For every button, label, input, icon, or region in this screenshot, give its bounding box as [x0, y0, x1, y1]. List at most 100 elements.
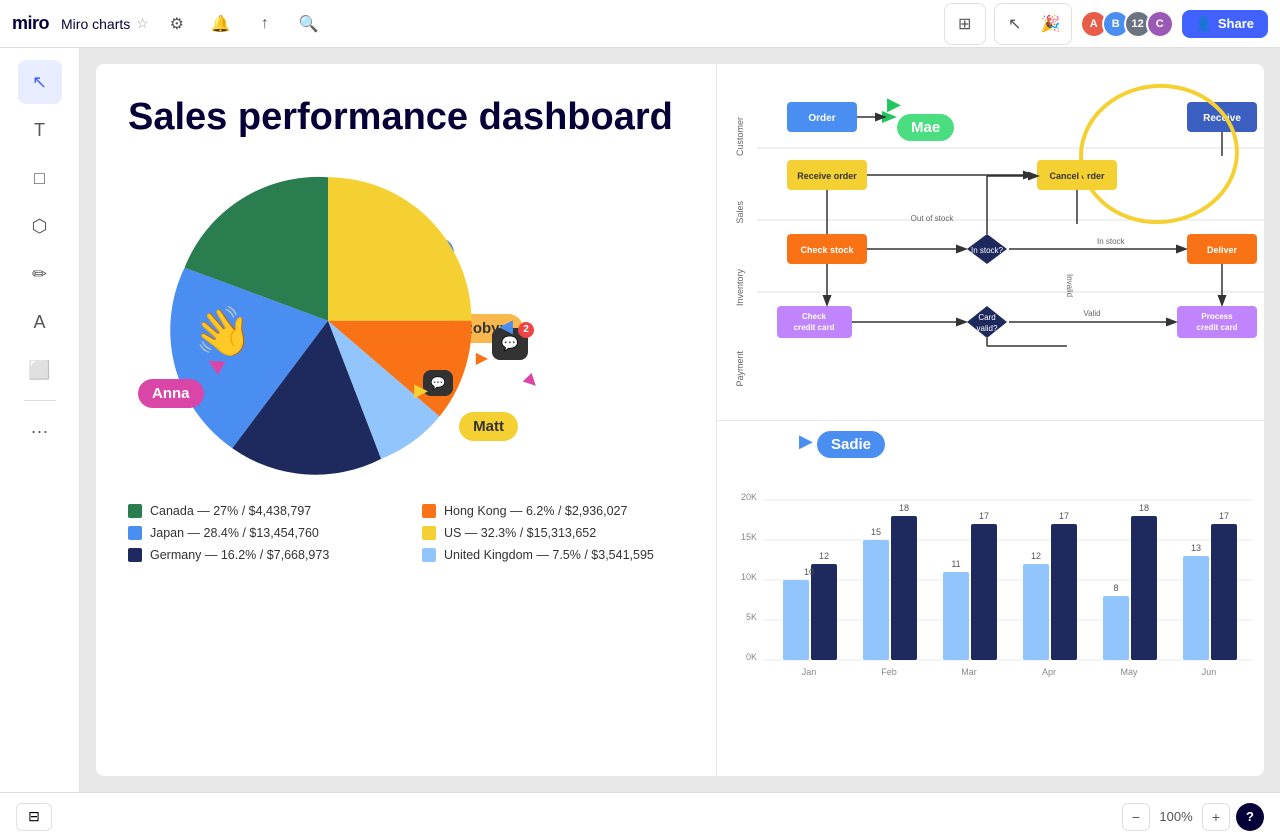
wave-emoji: 👋 [189, 299, 258, 366]
bottom-left: ⊟ [16, 803, 52, 831]
share-button[interactable]: 👤 Share [1182, 10, 1268, 38]
svg-text:In stock?: In stock? [971, 246, 1004, 255]
svg-text:17: 17 [979, 511, 989, 521]
svg-text:valid?: valid? [977, 324, 998, 333]
legend-germany: Germany — 16.2% / $7,668,973 [128, 548, 390, 562]
row-customer: Customer [725, 117, 745, 156]
share-label: Share [1218, 16, 1254, 31]
blue-cursor: ◀ [499, 316, 513, 337]
row-sales: Sales [725, 201, 745, 224]
svg-text:12: 12 [1031, 551, 1041, 561]
legend-dot-japan [128, 526, 142, 540]
bar-chart-svg: 0K 5K 10K 15K 20K 10 12 Jan [733, 465, 1263, 685]
topbar: miro Miro charts ☆ ⚙ 🔔 ↑ 🔍 ⊞ ↖ 🎉 A B 12 … [0, 0, 1280, 48]
panel-toggle[interactable]: ⊟ [16, 803, 52, 831]
svg-text:Valid: Valid [1083, 309, 1100, 318]
legend-dot-canada [128, 504, 142, 518]
more-tools[interactable]: ··· [18, 409, 62, 453]
svg-text:credit card: credit card [1197, 323, 1238, 332]
legend-dot-uk [422, 548, 436, 562]
legend-label-germany: Germany — 16.2% / $7,668,973 [150, 548, 329, 562]
notifications-icon[interactable]: 🔔 [205, 8, 237, 40]
svg-text:13: 13 [1191, 543, 1201, 553]
topbar-right: ⊞ ↖ 🎉 A B 12 C 👤 Share [944, 3, 1268, 45]
svg-text:11: 11 [951, 559, 960, 569]
orange-cursor: ▶ [476, 348, 488, 368]
cursor-anna: Anna [138, 379, 204, 408]
legend-label-uk: United Kingdom — 7.5% / $3,541,595 [444, 548, 654, 562]
pen-tool[interactable]: ✏ [18, 252, 62, 296]
upload-icon[interactable]: ↑ [249, 8, 281, 40]
board-name: Miro charts ☆ [61, 15, 149, 32]
legend-dot-germany [128, 548, 142, 562]
svg-text:In stock: In stock [1097, 237, 1126, 246]
right-panels: ▶ Mae Customer Sales Inventory Payment [716, 64, 1264, 776]
left-toolbar: ↖ T □ ⬡ ✏ A ⬜ ··· ↩ [0, 48, 80, 840]
svg-text:Check: Check [802, 312, 827, 321]
party-icon[interactable]: 🎉 [1035, 8, 1067, 40]
pointer-icon[interactable]: ↖ [999, 8, 1031, 40]
board-name-text: Miro charts [61, 16, 130, 32]
legend-hongkong: Hong Kong — 6.2% / $2,936,027 [422, 504, 684, 518]
svg-text:8: 8 [1113, 583, 1118, 593]
svg-text:Order: Order [808, 113, 835, 124]
grid-icon[interactable]: ⊞ [949, 8, 981, 40]
zoom-level-display: 100% [1156, 809, 1196, 824]
row-inventory: Inventory [725, 269, 745, 306]
row-payment: Payment [725, 351, 745, 387]
svg-text:15K: 15K [741, 532, 757, 542]
sales-dashboard-panel: Sales performance dashboard Chris Bea Ch… [96, 64, 716, 776]
svg-text:0K: 0K [746, 652, 757, 662]
chart-legend: Canada — 27% / $4,438,797 Hong Kong — 6.… [128, 504, 684, 562]
legend-uk: United Kingdom — 7.5% / $3,541,595 [422, 548, 684, 562]
search-icon[interactable]: 🔍 [293, 8, 325, 40]
zoom-out-button[interactable]: − [1122, 803, 1150, 831]
svg-text:17: 17 [1219, 511, 1229, 521]
barchart-panel: ▶ Sadie 0K 5K 10K 15K 20K [717, 421, 1264, 777]
sticky-tool[interactable]: □ [18, 156, 62, 200]
legend-dot-hongkong [422, 504, 436, 518]
flowchart-panel: ▶ Mae Customer Sales Inventory Payment [717, 64, 1264, 421]
legend-canada: Canada — 27% / $4,438,797 [128, 504, 390, 518]
svg-text:20K: 20K [741, 492, 757, 502]
svg-text:15: 15 [871, 527, 881, 537]
svg-text:12: 12 [819, 551, 829, 561]
cursor-matt: Matt [459, 412, 518, 441]
legend-label-us: US — 32.3% / $15,313,652 [444, 526, 596, 540]
board: Sales performance dashboard Chris Bea Ch… [96, 64, 1264, 776]
bottom-bar: ⊟ − 100% + ? [0, 792, 1280, 840]
svg-text:5K: 5K [746, 612, 757, 622]
star-icon[interactable]: ☆ [136, 15, 149, 32]
svg-text:Process: Process [1201, 312, 1233, 321]
canvas: Sales performance dashboard Chris Bea Ch… [80, 48, 1280, 792]
svg-text:Receive order: Receive order [797, 171, 857, 181]
tool-separator [24, 400, 56, 401]
share-icon: 👤 [1196, 16, 1212, 32]
dashboard-title: Sales performance dashboard [128, 96, 684, 140]
svg-text:May: May [1120, 667, 1138, 677]
legend-us: US — 32.3% / $15,313,652 [422, 526, 684, 540]
select-tool[interactable]: ↖ [18, 60, 62, 104]
help-button[interactable]: ? [1236, 803, 1264, 831]
svg-text:Feb: Feb [881, 667, 897, 677]
cursor-mae: ▶ Mae [897, 114, 954, 141]
zoom-in-button[interactable]: + [1202, 803, 1230, 831]
settings-icon[interactable]: ⚙ [161, 8, 193, 40]
svg-text:Apr: Apr [1042, 667, 1056, 677]
text-tool2[interactable]: A [18, 300, 62, 344]
layout-tools: ⊞ [944, 3, 986, 45]
svg-text:10K: 10K [741, 572, 757, 582]
collaboration-tools: ↖ 🎉 [994, 3, 1072, 45]
legend-label-hongkong: Hong Kong — 6.2% / $2,936,027 [444, 504, 627, 518]
svg-text:Card: Card [978, 313, 995, 322]
shapes-tool[interactable]: ⬡ [18, 204, 62, 248]
text-tool[interactable]: T [18, 108, 62, 152]
frame-tool[interactable]: ⬜ [18, 348, 62, 392]
svg-text:Jun: Jun [1202, 667, 1217, 677]
legend-dot-us [422, 526, 436, 540]
svg-text:Out of stock: Out of stock [911, 214, 955, 223]
legend-japan: Japan — 28.4% / $13,454,760 [128, 526, 390, 540]
matt-arrow: ▶ [414, 380, 428, 401]
comment-count: 2 [518, 322, 534, 338]
zoom-controls: − 100% + ? [1122, 803, 1264, 831]
